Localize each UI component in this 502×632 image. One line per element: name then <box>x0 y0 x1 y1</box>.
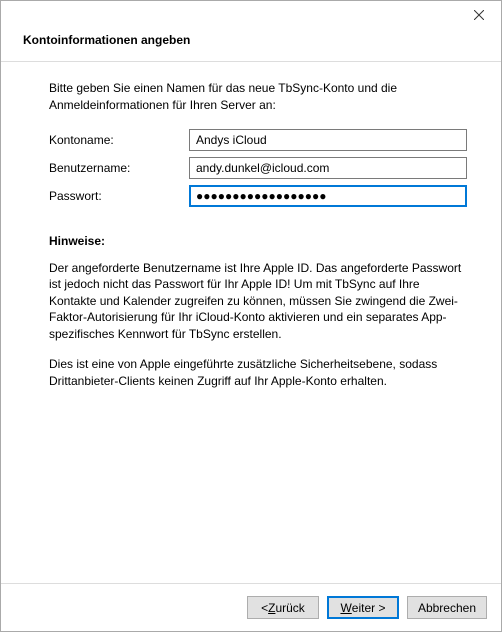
next-rest: eiter > <box>352 601 386 615</box>
label-password: Passwort: <box>49 188 189 205</box>
input-account[interactable] <box>189 129 467 151</box>
row-username: Benutzername: <box>49 157 467 179</box>
next-button[interactable]: Weiter > <box>327 596 399 619</box>
row-password: Passwort: <box>49 185 467 207</box>
next-accel: W <box>340 601 351 615</box>
input-password[interactable] <box>189 185 467 207</box>
titlebar <box>1 1 501 31</box>
back-button[interactable]: < Zurück <box>247 596 319 619</box>
dialog-window: Kontoinformationen angeben Bitte geben S… <box>0 0 502 632</box>
row-account: Kontoname: <box>49 129 467 151</box>
label-account: Kontoname: <box>49 132 189 149</box>
close-button[interactable] <box>456 1 501 29</box>
back-prefix: < <box>261 601 268 615</box>
cancel-button[interactable]: Abbrechen <box>407 596 487 619</box>
hints-paragraph-1: Der angeforderte Benutzername ist Ihre A… <box>49 260 467 343</box>
hints-paragraph-2: Dies ist eine von Apple eingeführte zusä… <box>49 356 467 389</box>
close-icon <box>474 10 484 20</box>
input-username[interactable] <box>189 157 467 179</box>
back-accel: Z <box>268 601 275 615</box>
dialog-title: Kontoinformationen angeben <box>1 31 501 62</box>
hints-title: Hinweise: <box>49 233 467 250</box>
dialog-footer: < Zurück Weiter > Abbrechen <box>1 583 501 631</box>
intro-text: Bitte geben Sie einen Namen für das neue… <box>49 80 467 113</box>
back-rest: urück <box>275 601 304 615</box>
label-username: Benutzername: <box>49 160 189 177</box>
dialog-content: Bitte geben Sie einen Namen für das neue… <box>1 62 501 583</box>
